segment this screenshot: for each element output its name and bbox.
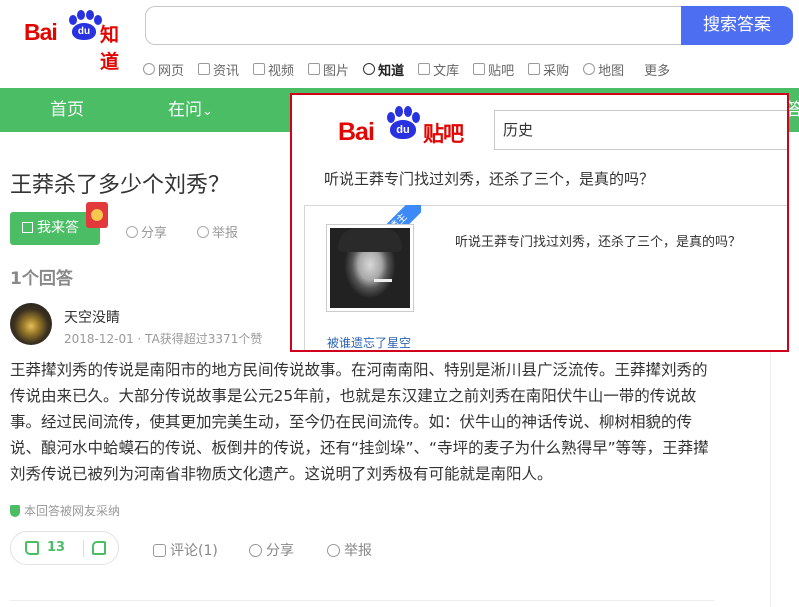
nav-item-news[interactable]: 资讯 bbox=[198, 59, 239, 79]
question-title: 王莽杀了多少个刘秀？ bbox=[10, 173, 231, 198]
baidu-paw-icon: du bbox=[385, 106, 421, 140]
baidu-tieba-logo[interactable]: Bai du 贴吧 bbox=[338, 104, 478, 146]
thumb-up-icon bbox=[25, 540, 39, 555]
nav-item-video[interactable]: 视频 bbox=[253, 59, 294, 79]
baidu-zhidao-logo[interactable]: Bai du 知道 bbox=[24, 8, 134, 73]
doc-icon bbox=[418, 63, 431, 75]
nav-item-more[interactable]: 更多 bbox=[644, 59, 670, 79]
shield-icon bbox=[10, 504, 20, 517]
image-icon bbox=[308, 63, 321, 75]
post-text: 听说王莽专门找过刘秀，还杀了三个，是真的吗？ bbox=[455, 235, 742, 250]
answer-body: 王莽撵刘秀的传说是南阳市的地方民间传说故事。在河南南阳、特别是淅川县广泛流传。王… bbox=[10, 361, 709, 483]
avatar[interactable] bbox=[10, 303, 52, 345]
tab-home[interactable]: 首页 bbox=[50, 88, 84, 132]
popup-post-card[interactable]: 楼主 听说王莽专门找过刘秀，还杀了三个，是真的吗？ 被谁遗忘了星空 bbox=[304, 205, 787, 350]
nav-item-map[interactable]: 地图 bbox=[583, 59, 624, 79]
comment-button[interactable]: 评论(1) bbox=[153, 540, 218, 560]
answers-count: 1个回答 bbox=[10, 269, 73, 289]
logo-suffix-text: 知道 bbox=[100, 24, 119, 73]
comment-icon bbox=[153, 543, 166, 557]
answer-user-name[interactable]: 天空没睛 bbox=[64, 307, 120, 327]
top-nav: 网页 资讯 视频 图片 知道 文库 贴吧 采购 地图 更多 bbox=[143, 59, 684, 79]
report-icon bbox=[197, 225, 209, 238]
video-icon bbox=[253, 63, 266, 75]
nav-item-wenku[interactable]: 文库 bbox=[418, 59, 459, 79]
popup-question[interactable]: 听说王莽专门找过刘秀，还杀了三个，是真的吗？ bbox=[324, 168, 654, 189]
vote-box: 13 bbox=[10, 531, 119, 565]
logo-bai-text: Bai bbox=[338, 118, 375, 146]
news-icon bbox=[198, 63, 211, 75]
nav-item-web[interactable]: 网页 bbox=[143, 59, 184, 79]
tieba-popup: Bai du 贴吧 历史 听说王莽专门找过刘秀，还杀了三个，是真的吗？ 楼主 听… bbox=[290, 93, 789, 352]
edit-icon bbox=[22, 222, 33, 233]
adopted-badge: 本回答被网友采纳 bbox=[10, 502, 120, 519]
user-photo[interactable] bbox=[326, 224, 414, 312]
report-icon bbox=[327, 543, 340, 557]
red-packet-icon[interactable] bbox=[86, 202, 108, 228]
share-icon bbox=[249, 543, 262, 557]
like-button[interactable]: 13 bbox=[25, 540, 65, 555]
question-report-button[interactable]: 举报 bbox=[197, 222, 238, 241]
question-share-button[interactable]: 分享 bbox=[126, 222, 167, 241]
shop-icon bbox=[528, 63, 541, 75]
nav-item-tieba[interactable]: 贴吧 bbox=[473, 59, 514, 79]
map-icon bbox=[583, 63, 596, 75]
nav-item-image[interactable]: 图片 bbox=[308, 59, 349, 79]
answer-report-button[interactable]: 举报 bbox=[327, 540, 372, 560]
search-input[interactable] bbox=[145, 6, 682, 45]
like-count: 13 bbox=[47, 540, 66, 555]
post-user-link[interactable]: 被谁遗忘了星空 bbox=[327, 334, 411, 351]
chevron-down-icon: ⌄ bbox=[202, 104, 213, 119]
nav-item-shop[interactable]: 采购 bbox=[528, 59, 569, 79]
search-button[interactable]: 搜索答案 bbox=[681, 6, 793, 45]
answer-meta: 2018-12-01 · TA获得超过3371个赞 bbox=[64, 332, 263, 346]
tab-asking-label: 在问 bbox=[168, 100, 202, 120]
tab-asking[interactable]: 在问⌄ bbox=[168, 88, 213, 132]
question-icon bbox=[363, 63, 376, 75]
tieba-search-input[interactable]: 历史 bbox=[494, 110, 787, 150]
search-icon bbox=[143, 63, 155, 75]
tieba-icon bbox=[473, 63, 486, 75]
logo-suffix-text: 贴吧 bbox=[423, 122, 464, 146]
baidu-paw-icon: du bbox=[67, 10, 102, 40]
share-icon bbox=[126, 225, 138, 238]
divider bbox=[10, 600, 715, 601]
logo-bai-text: Bai bbox=[24, 19, 58, 45]
answer-share-button[interactable]: 分享 bbox=[249, 540, 294, 560]
thumb-down-icon[interactable] bbox=[92, 541, 106, 555]
nav-item-zhidao[interactable]: 知道 bbox=[363, 59, 404, 79]
